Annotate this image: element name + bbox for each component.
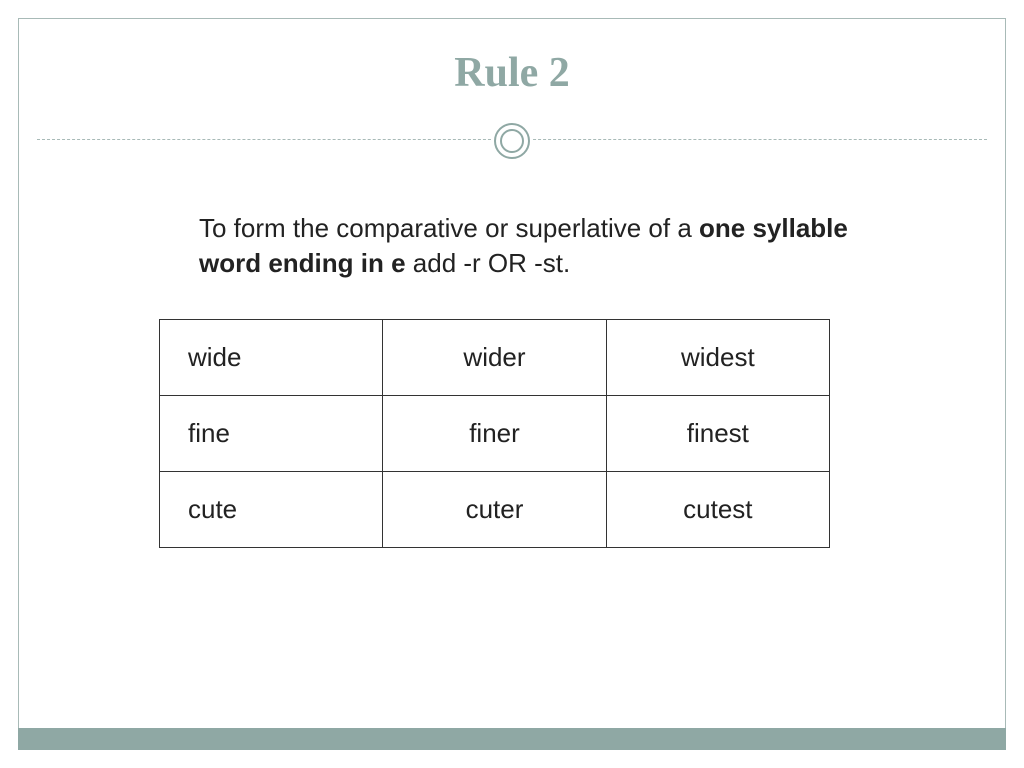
cell-comparative: cuter xyxy=(383,472,606,548)
rule-description: To form the comparative or superlative o… xyxy=(199,211,870,281)
slide-title: Rule 2 xyxy=(19,49,1005,97)
cell-base: wide xyxy=(160,320,383,396)
examples-table: wide wider widest fine finer finest cute… xyxy=(159,319,830,548)
cell-base: fine xyxy=(160,396,383,472)
cell-comparative: finer xyxy=(383,396,606,472)
table-row: cute cuter cutest xyxy=(160,472,830,548)
examples-table-wrap: wide wider widest fine finer finest cute… xyxy=(159,319,830,548)
cell-superlative: cutest xyxy=(606,472,829,548)
slide-frame: Rule 2 To form the comparative or superl… xyxy=(18,18,1006,750)
cell-superlative: widest xyxy=(606,320,829,396)
bottom-accent-bar xyxy=(18,728,1006,750)
content-area: To form the comparative or superlative o… xyxy=(19,161,1005,548)
divider xyxy=(19,121,1005,161)
cell-comparative: wider xyxy=(383,320,606,396)
table-row: wide wider widest xyxy=(160,320,830,396)
desc-part2: add -r OR -st. xyxy=(406,248,571,278)
cell-base: cute xyxy=(160,472,383,548)
divider-ornament xyxy=(492,121,532,161)
desc-part1: To form the comparative or superlative o… xyxy=(199,213,699,243)
cell-superlative: finest xyxy=(606,396,829,472)
table-row: fine finer finest xyxy=(160,396,830,472)
